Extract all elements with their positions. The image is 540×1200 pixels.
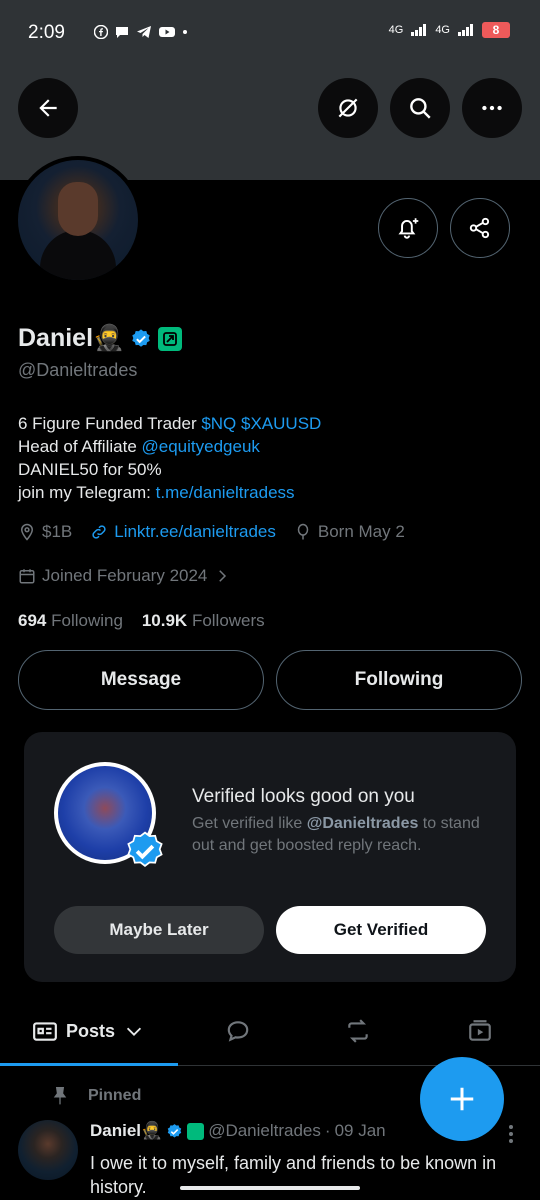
grok-icon (338, 98, 358, 118)
compose-button[interactable] (420, 1057, 504, 1141)
more-button[interactable] (462, 78, 522, 138)
bio-telegram-link[interactable]: t.me/danieltradess (156, 483, 295, 502)
share-button[interactable] (450, 198, 510, 258)
tweet-author-name[interactable]: Daniel🥷 (90, 1121, 162, 1141)
tweet-date: 09 Jan (334, 1121, 386, 1140)
share-icon (469, 217, 490, 239)
followers-count: 10.9K (141, 611, 188, 630)
bio-mention-link[interactable]: @equityedgeuk (142, 437, 260, 456)
pinned-label: Pinned (88, 1087, 142, 1104)
profile-handle: @Danieltrades (18, 360, 138, 380)
pinned-label-row: Pinned (50, 1086, 141, 1106)
followers-count-link[interactable]: 10.9K Followers (142, 611, 265, 630)
followers-label: Followers (191, 611, 265, 630)
calendar-icon (19, 569, 35, 584)
location-icon (20, 523, 34, 541)
tweet-text: I owe it to myself, family and friends t… (90, 1153, 497, 1197)
reply-icon (227, 1021, 249, 1042)
profile-birthday: Born May 2 (317, 522, 405, 541)
tab-media[interactable] (467, 1018, 493, 1044)
card-subtitle: Get verified like @Danieltrades to stand… (192, 813, 492, 857)
dot-icon (183, 30, 187, 34)
youtube-icon (159, 27, 175, 37)
status-bar: 2:09 4G 4G 8 (0, 0, 540, 62)
telegram-icon (137, 26, 151, 38)
home-indicator[interactable] (180, 1186, 360, 1190)
tab-replies[interactable] (225, 1018, 251, 1044)
display-name: Daniel🥷 (18, 324, 125, 352)
maybe-later-button[interactable]: Maybe Later (54, 906, 264, 954)
status-right: 4G 4G 8 (389, 22, 510, 38)
follow-counts: 694 Following 10.9K Followers (18, 611, 265, 631)
bell-plus-icon (398, 218, 419, 239)
notifications-button[interactable] (378, 198, 438, 258)
profile-location: $1B (42, 522, 73, 541)
profile-avatar[interactable] (14, 156, 142, 284)
posts-icon (33, 1022, 57, 1041)
bio-line3: DANIEL50 for 50% (18, 460, 162, 479)
following-count-link[interactable]: 694 Following (18, 611, 123, 630)
verified-check-icon (127, 831, 163, 867)
battery-indicator: 8 (482, 22, 510, 38)
arrow-left-icon (39, 99, 57, 117)
bio-line2-text: Head of Affiliate (18, 437, 142, 456)
back-button[interactable] (18, 78, 78, 138)
balloon-icon (297, 523, 309, 540)
card-title: Verified looks good on you (192, 786, 415, 807)
bio-cashtags-link[interactable]: $NQ $XAUUSD (201, 414, 321, 433)
affiliate-badge-icon[interactable] (158, 326, 183, 351)
following-count: 694 (18, 611, 47, 630)
tweet-avatar[interactable] (18, 1120, 78, 1180)
tab-reposts[interactable] (345, 1018, 371, 1044)
signal-icon (411, 24, 427, 36)
active-tab-indicator (0, 1063, 178, 1066)
grok-button[interactable] (318, 78, 378, 138)
media-icon (469, 1020, 491, 1041)
tweet-separator: · (324, 1121, 331, 1140)
following-label: Following (51, 611, 123, 630)
tweet-author-handle: @Danieltrades (208, 1121, 321, 1140)
bio-line4-text: join my Telegram: (18, 483, 156, 502)
plus-icon (450, 1087, 474, 1111)
pin-icon (53, 1087, 67, 1105)
repost-icon (348, 1019, 368, 1043)
bio-line1-text: 6 Figure Funded Trader (18, 414, 202, 433)
facebook-icon (94, 25, 108, 39)
tweet-header: Daniel🥷 @Danieltrades · 09 Jan (90, 1121, 386, 1141)
avatar-image (18, 160, 138, 280)
tweet-more-icon[interactable] (508, 1124, 514, 1144)
search-button[interactable] (390, 78, 450, 138)
tab-posts-label: Posts (66, 1020, 116, 1041)
card-sub-prefix: Get verified like (192, 815, 307, 832)
tab-posts[interactable]: Posts (32, 1018, 145, 1044)
get-verified-card: Verified looks good on you Get verified … (24, 732, 516, 982)
profile-joined-row[interactable]: Joined February 2024 (18, 566, 231, 586)
network-4g-1: 4G (388, 24, 404, 36)
following-button[interactable]: Following (276, 650, 522, 710)
link-icon (92, 525, 106, 539)
profile-meta-row: $1B Linktr.ee/danieltrades Born May 2 (18, 522, 405, 542)
message-button[interactable]: Message (18, 650, 264, 710)
chevron-right-icon (219, 570, 227, 582)
status-time: 2:09 (28, 22, 65, 43)
get-verified-button[interactable]: Get Verified (276, 906, 486, 954)
verified-badge-icon (167, 1123, 182, 1138)
profile-website-link[interactable]: Linktr.ee/danieltrades (114, 522, 276, 542)
profile-joined: Joined February 2024 (42, 566, 208, 585)
chevron-down-icon (126, 1027, 142, 1036)
signal-icon-2 (458, 24, 473, 36)
profile-name-row: Daniel🥷 (18, 324, 183, 353)
notification-icons (94, 25, 188, 39)
profile-bio: 6 Figure Funded Trader $NQ $XAUUSD Head … (18, 412, 321, 504)
card-sub-handle: @Danieltrades (306, 815, 419, 832)
search-icon (410, 98, 431, 119)
network-4g-2: 4G (435, 24, 450, 36)
verified-badge-icon[interactable] (130, 328, 152, 350)
chat-icon (116, 27, 128, 38)
affiliate-badge-icon (187, 1122, 205, 1140)
more-horizontal-icon (482, 105, 502, 111)
